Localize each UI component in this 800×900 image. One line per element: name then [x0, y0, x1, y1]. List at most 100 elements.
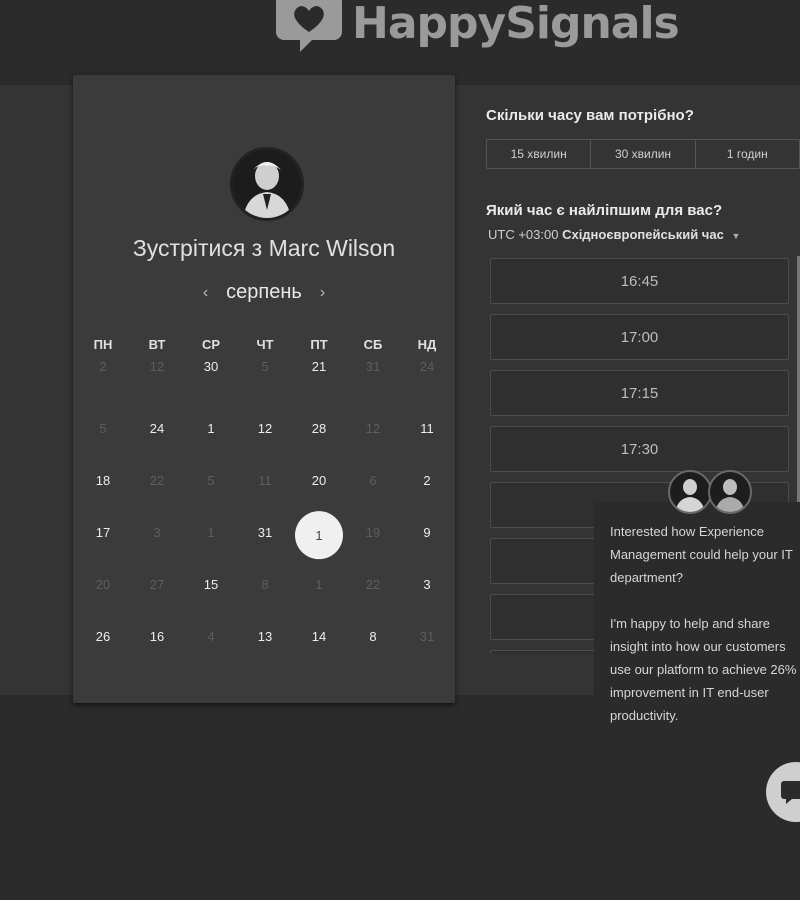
- time-slot[interactable]: 17:15: [490, 370, 789, 416]
- calendar-day-number: 31: [419, 629, 435, 644]
- calendar-day-number: 27: [149, 577, 165, 592]
- duration-option[interactable]: 15 хвилин: [487, 140, 592, 168]
- person-icon: [675, 479, 705, 512]
- chevron-left-icon[interactable]: ‹: [203, 284, 208, 302]
- calendar-day: 22: [130, 461, 184, 513]
- calendar-day[interactable]: 24: [130, 409, 184, 461]
- weekday-header: ПН ВТ СР ЧТ ПТ СБ НД: [76, 337, 454, 352]
- brand-name: HappySignals: [352, 0, 680, 49]
- calendar-day-number: 3: [423, 577, 431, 592]
- calendar-day-number: 20: [311, 473, 327, 488]
- duration-selector: 15 хвилин 30 хвилин 1 годин: [486, 139, 800, 169]
- calendar-day-number: 17: [95, 525, 111, 540]
- calendar-day[interactable]: 9: [400, 513, 454, 565]
- calendar-grid: 2 12 30 5 21 31 24 5 24 1 12 28 12 11 18 22 5 11 20 6 2 17 3 1 3…: [76, 357, 454, 669]
- calendar-day: 11: [238, 461, 292, 513]
- caret-down-icon: ▼: [731, 231, 741, 241]
- chevron-right-icon[interactable]: ›: [320, 284, 325, 302]
- weekday-label: ПН: [93, 337, 113, 352]
- calendar-week-row: 2 12 30 5 21 31 24: [76, 357, 454, 409]
- calendar-day-number: 18: [95, 473, 111, 488]
- calendar-day: 1: [292, 565, 346, 617]
- calendar-day: 12: [346, 409, 400, 461]
- calendar-week-row: 26 16 4 13 14 8 31: [76, 617, 454, 669]
- calendar-day[interactable]: 8: [346, 617, 400, 669]
- heart-chat-icon: [276, 0, 342, 52]
- time-slot[interactable]: 17:00: [490, 314, 789, 360]
- calendar-day-number: 30: [203, 359, 219, 374]
- calendar-day[interactable]: 26: [76, 617, 130, 669]
- calendar-week-row: 5 24 1 12 28 12 11: [76, 409, 454, 461]
- calendar-day-number: 15: [203, 577, 219, 592]
- time-slot[interactable]: 16:45: [490, 258, 789, 304]
- calendar-day-number: 1: [295, 511, 343, 560]
- calendar-day-number: 2: [423, 473, 431, 488]
- calendar-day[interactable]: 2: [400, 461, 454, 513]
- brand-logo[interactable]: HappySignals: [274, 0, 680, 58]
- calendar-day-number: 6: [369, 473, 377, 488]
- meeting-title-prefix: Зустрітися з: [132, 235, 263, 261]
- calendar-week-row: 20 27 15 8 1 22 3: [76, 565, 454, 617]
- calendar-day[interactable]: 13: [238, 617, 292, 669]
- calendar-day-number: 20: [95, 577, 111, 592]
- calendar-day-number: 31: [365, 359, 381, 374]
- calendar-day[interactable]: 11: [400, 409, 454, 461]
- calendar-day[interactable]: 18: [76, 461, 130, 513]
- time-slot[interactable]: 17:30: [490, 426, 789, 472]
- calendar-day: 5: [76, 409, 130, 461]
- calendar-day-number: 12: [149, 359, 165, 374]
- calendar-day[interactable]: 28: [292, 409, 346, 461]
- calendar-day-selected[interactable]: 1: [292, 511, 346, 565]
- calendar-day-number: 16: [149, 629, 165, 644]
- calendar-day: 20: [76, 565, 130, 617]
- calendar-day[interactable]: 30: [184, 357, 238, 409]
- calendar-day[interactable]: 21: [292, 357, 346, 409]
- chat-bubble-icon: [781, 781, 800, 804]
- calendar-day: 2: [76, 357, 130, 409]
- calendar-day[interactable]: 3: [400, 565, 454, 617]
- month-label: серпень: [226, 281, 302, 303]
- chat-agents: [668, 470, 752, 514]
- calendar-day: 1: [184, 513, 238, 565]
- calendar-day[interactable]: 20: [292, 461, 346, 513]
- chat-launcher-button[interactable]: [766, 762, 800, 822]
- calendar-day-number: 2: [99, 359, 107, 374]
- calendar-day[interactable]: 12: [238, 409, 292, 461]
- duration-option[interactable]: 1 годин: [696, 140, 799, 168]
- calendar-day: 31: [346, 357, 400, 409]
- calendar-day[interactable]: 1: [184, 409, 238, 461]
- calendar-day[interactable]: 14: [292, 617, 346, 669]
- calendar-day-number: 26: [95, 629, 111, 644]
- calendar-day: 5: [238, 357, 292, 409]
- agent-avatar: [708, 470, 752, 514]
- calendar-week-row: 17 3 1 31 1 19 9: [76, 511, 454, 565]
- calendar-day[interactable]: 15: [184, 565, 238, 617]
- calendar-day-number: 8: [261, 577, 269, 592]
- timezone-name: Східноєвропейський час: [562, 227, 724, 242]
- calendar-day-number: 14: [311, 629, 327, 644]
- chat-message: Interested how Experience Management cou…: [610, 524, 797, 723]
- calendar-day: 8: [238, 565, 292, 617]
- host-avatar: [230, 147, 304, 221]
- duration-option[interactable]: 30 хвилин: [591, 140, 696, 168]
- calendar-day-number: 12: [365, 421, 381, 436]
- calendar-day-number: 24: [149, 421, 165, 436]
- site-header: HappySignals: [0, 0, 800, 85]
- calendar-day: 5: [184, 461, 238, 513]
- calendar-day-number: 19: [365, 525, 381, 540]
- calendar-week-row: 18 22 5 11 20 6 2: [76, 461, 454, 513]
- calendar-day-number: 1: [207, 421, 215, 436]
- calendar-day-number: 1: [315, 577, 323, 592]
- calendar-day[interactable]: 17: [76, 513, 130, 565]
- weekday-label: ВТ: [148, 337, 166, 352]
- calendar-day[interactable]: 16: [130, 617, 184, 669]
- person-icon: [233, 150, 301, 218]
- calendar-day: 24: [400, 357, 454, 409]
- calendar-day-number: 24: [419, 359, 435, 374]
- calendar-day: 19: [346, 513, 400, 565]
- calendar-day-number: 31: [257, 525, 273, 540]
- calendar-day-number: 12: [257, 421, 273, 436]
- timezone-select[interactable]: UTC +03:00 Східноєвропейський час ▼: [488, 227, 740, 242]
- calendar-day[interactable]: 31: [238, 513, 292, 565]
- calendar-day-number: 21: [311, 359, 327, 374]
